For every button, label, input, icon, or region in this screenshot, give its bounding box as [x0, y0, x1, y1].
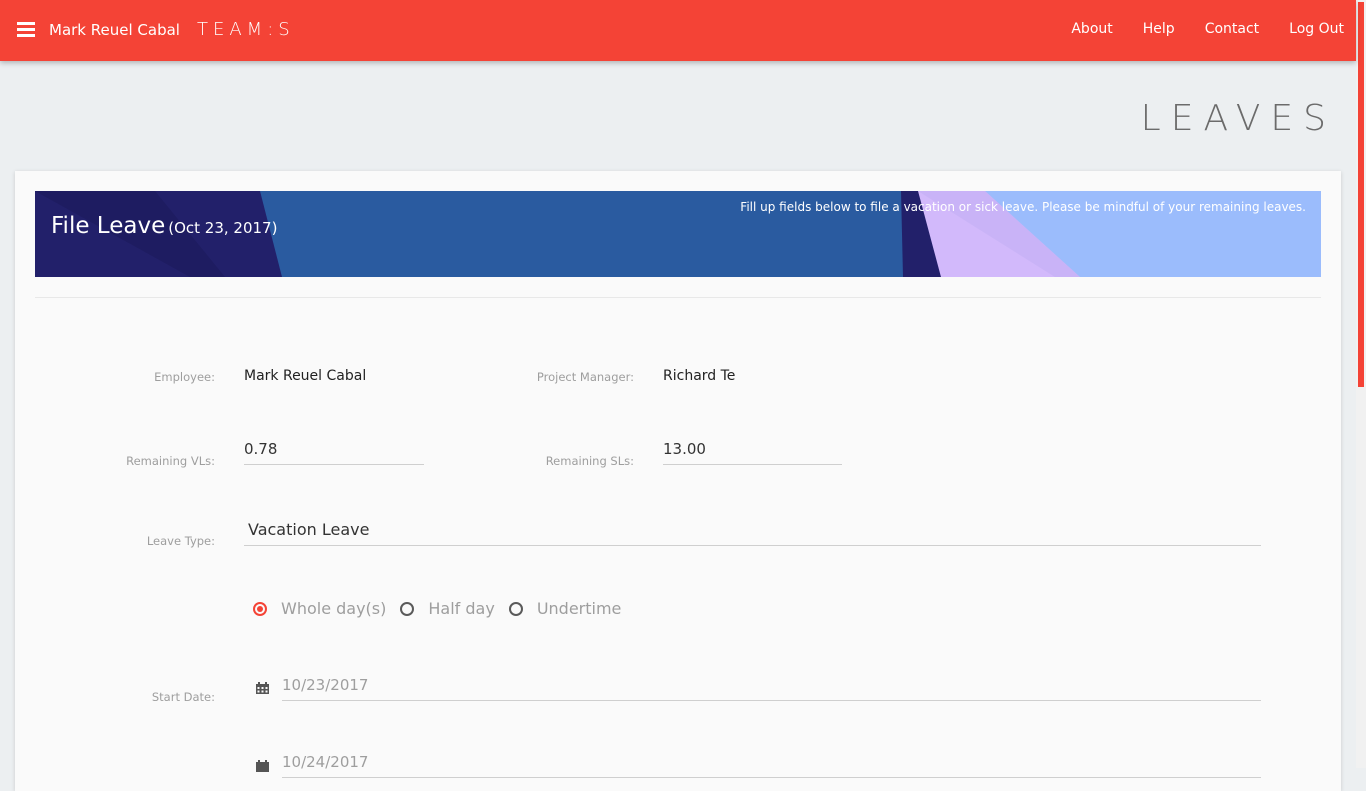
calendar-icon [256, 760, 269, 772]
start-date-label: Start Date: [151, 690, 215, 704]
brand-logo[interactable]: TEAM:S [197, 19, 295, 40]
end-date-input[interactable] [282, 753, 1261, 778]
banner-date: (Oct 23, 2017) [168, 219, 278, 237]
start-date-input[interactable] [282, 676, 1261, 701]
scrollbar-thumb[interactable] [1358, 2, 1364, 387]
nav-link-logout[interactable]: Log Out [1289, 21, 1344, 37]
navbar-user-name[interactable]: Mark Reuel Cabal [49, 21, 180, 39]
remaining-sls-field[interactable] [663, 440, 842, 465]
remaining-vls-field[interactable] [244, 440, 424, 465]
employee-value: Mark Reuel Cabal [244, 368, 367, 384]
project-manager-label: Project Manager: [536, 370, 634, 384]
radio-half-day-label[interactable]: Half day [428, 599, 494, 618]
banner-divider [35, 297, 1321, 298]
banner-instructions: Fill up fields below to file a vacation … [740, 200, 1306, 214]
nav-link-about[interactable]: About [1071, 21, 1112, 37]
employee-label: Employee: [154, 370, 215, 384]
leave-type-select[interactable] [244, 520, 1261, 546]
page-title: LEAVES [1140, 98, 1336, 139]
nav-link-contact[interactable]: Contact [1205, 21, 1259, 37]
radio-whole-day-label[interactable]: Whole day(s) [281, 599, 386, 618]
leave-duration-options: Whole day(s) Half day Undertime [253, 599, 635, 618]
remaining-vls-label: Remaining VLs: [126, 454, 215, 468]
remaining-sls-label: Remaining SLs: [545, 454, 634, 468]
page-scrollbar[interactable] [1356, 0, 1366, 768]
radio-undertime[interactable] [508, 601, 523, 616]
banner-title-text: File Leave [51, 213, 166, 239]
banner-title: File Leave (Oct 23, 2017) [51, 213, 277, 239]
top-navbar: Mark Reuel Cabal TEAM:S About Help Conta… [0, 0, 1356, 61]
radio-undertime-label[interactable]: Undertime [537, 599, 622, 618]
project-manager-value: Richard Te [663, 368, 736, 384]
leave-type-label: Leave Type: [146, 534, 215, 548]
nav-link-help[interactable]: Help [1143, 21, 1175, 37]
hamburger-menu-icon[interactable] [17, 22, 35, 37]
calendar-icon [256, 682, 269, 694]
nav-links: About Help Contact Log Out [1041, 21, 1344, 37]
card-banner: File Leave (Oct 23, 2017) Fill up fields … [35, 191, 1321, 277]
file-leave-card: File Leave (Oct 23, 2017) Fill up fields … [15, 171, 1341, 791]
radio-half-day[interactable] [400, 601, 415, 616]
radio-whole-day[interactable] [253, 601, 267, 616]
